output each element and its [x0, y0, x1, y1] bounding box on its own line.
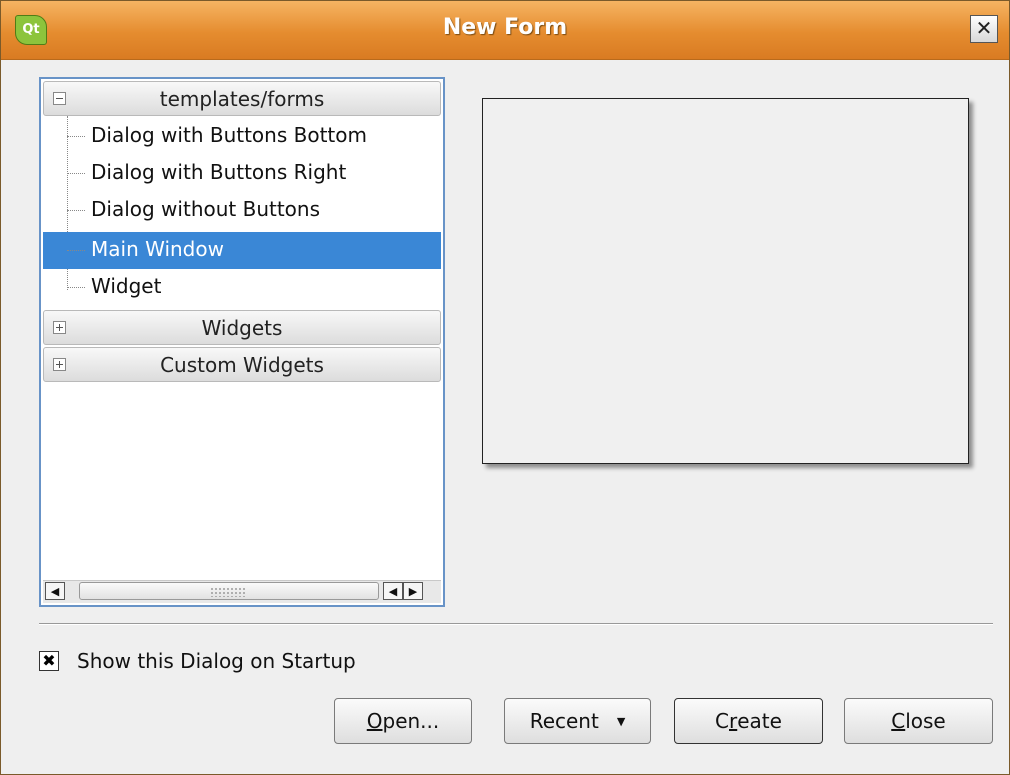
tree-item-label: Widget [91, 274, 162, 298]
create-mnemonic: r [729, 709, 738, 733]
tree-group-widgets[interactable]: Widgets [43, 310, 441, 345]
close-mnemonic: C [891, 709, 906, 733]
tree-item-dialog-buttons-bottom[interactable]: Dialog with Buttons Bottom [43, 118, 441, 155]
separator [39, 623, 993, 625]
tree-item-dialog-buttons-right[interactable]: Dialog with Buttons Right [43, 155, 441, 192]
open-button[interactable]: Open... [334, 698, 472, 744]
tree-item-label: Main Window [91, 237, 224, 261]
scroll-left-arrow-icon[interactable]: ◀ [45, 582, 65, 600]
tree-group-label: Widgets [201, 316, 283, 340]
create-label-end: eate [737, 709, 782, 733]
close-button[interactable]: Close [844, 698, 993, 744]
template-tree[interactable]: templates/forms Dialog with Buttons Bott… [39, 77, 445, 607]
open-label: pen... [382, 709, 440, 733]
tree-group-custom-widgets[interactable]: Custom Widgets [43, 347, 441, 382]
show-on-startup-label[interactable]: Show this Dialog on Startup [77, 649, 356, 673]
dropdown-arrow-icon: ▼ [616, 714, 626, 728]
form-preview [482, 98, 969, 464]
tree-group-label: Custom Widgets [160, 353, 324, 377]
tree-group-templates-forms[interactable]: templates/forms [43, 81, 441, 116]
create-button[interactable]: Cr eate [674, 698, 823, 744]
tree-item-widget[interactable]: Widget [43, 269, 441, 306]
show-on-startup-checkbox[interactable]: ✖ [39, 651, 59, 671]
title-bar[interactable]: Qt New Form ✕ [1, 1, 1009, 60]
horizontal-scrollbar[interactable]: ◀ ◀ ▶ [43, 580, 441, 603]
tree-group-label: templates/forms [159, 87, 325, 111]
recent-label: Recent [529, 709, 599, 733]
scroll-left-arrow-icon[interactable]: ◀ [383, 582, 403, 600]
close-label: lose [905, 709, 946, 733]
window-title: New Form [442, 15, 568, 40]
open-mnemonic: O [366, 709, 383, 733]
new-form-dialog: Qt New Form ✕ templates/forms Dialog wit… [0, 0, 1010, 775]
tree-item-label: Dialog without Buttons [91, 197, 321, 221]
scrollbar-thumb[interactable] [79, 582, 379, 600]
create-label-start: C [715, 709, 729, 733]
recent-button[interactable]: Recent ▼ [504, 698, 651, 744]
scroll-right-arrow-icon[interactable]: ▶ [403, 582, 423, 600]
grip-icon [210, 587, 246, 597]
tree-item-dialog-without-buttons[interactable]: Dialog without Buttons [43, 192, 441, 229]
tree-item-main-window[interactable]: Main Window [43, 232, 441, 269]
tree-item-label: Dialog with Buttons Right [91, 160, 347, 184]
tree-item-label: Dialog with Buttons Bottom [91, 123, 367, 147]
window-close-icon[interactable]: ✕ [970, 15, 998, 43]
